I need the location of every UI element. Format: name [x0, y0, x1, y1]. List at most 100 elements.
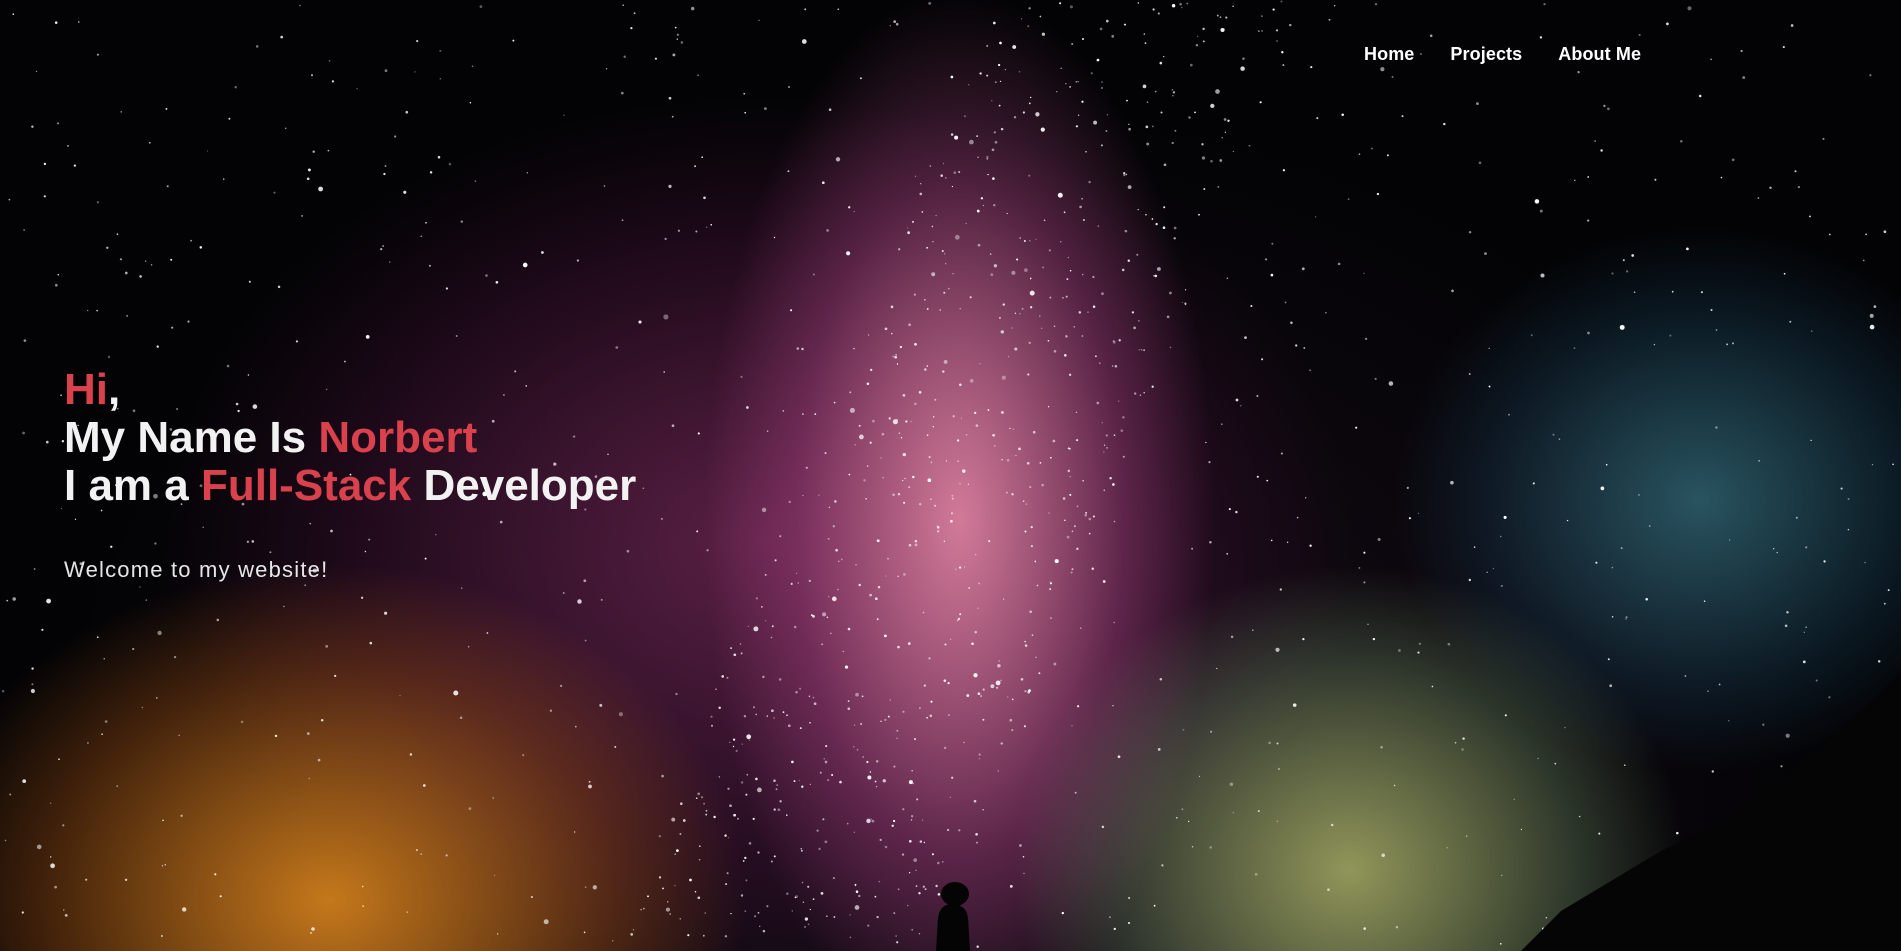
- star: [1006, 458, 1010, 462]
- star: [1039, 15, 1042, 18]
- star: [1053, 662, 1057, 666]
- star: [1134, 392, 1137, 395]
- star: [862, 756, 864, 758]
- star: [934, 398, 937, 401]
- star: [1454, 741, 1457, 744]
- star: [737, 817, 739, 820]
- star: [1172, 91, 1176, 94]
- star: [334, 674, 337, 678]
- star: [31, 667, 34, 670]
- star: [822, 612, 827, 617]
- star: [360, 596, 364, 599]
- star: [144, 260, 147, 262]
- star: [875, 760, 879, 763]
- star: [549, 709, 553, 712]
- star: [1461, 748, 1464, 751]
- star: [832, 525, 835, 528]
- star: [871, 819, 875, 823]
- star: [1137, 2, 1140, 4]
- nav-projects-link[interactable]: Projects: [1450, 44, 1522, 65]
- star: [935, 214, 937, 217]
- star: [1374, 377, 1377, 381]
- star: [754, 915, 757, 918]
- star: [718, 776, 720, 778]
- star: [563, 114, 565, 116]
- star: [145, 599, 148, 601]
- star: [1257, 30, 1260, 32]
- star: [762, 675, 765, 679]
- star: [1367, 623, 1369, 625]
- star: [1023, 725, 1026, 728]
- star: [1096, 401, 1100, 405]
- star: [908, 780, 913, 785]
- nav-home-link[interactable]: Home: [1364, 44, 1414, 65]
- star: [1259, 101, 1262, 104]
- star: [126, 315, 128, 317]
- star: [1022, 111, 1025, 114]
- star: [43, 195, 46, 198]
- star: [77, 21, 80, 23]
- star: [979, 72, 982, 75]
- star: [1380, 67, 1385, 72]
- star: [762, 929, 766, 933]
- star: [1071, 42, 1074, 46]
- nav-about-link[interactable]: About Me: [1558, 44, 1641, 65]
- star: [1376, 192, 1380, 196]
- star: [1077, 114, 1080, 116]
- star: [1152, 125, 1154, 128]
- star: [1401, 115, 1404, 118]
- star: [1254, 872, 1258, 876]
- star: [892, 819, 896, 823]
- star: [1154, 90, 1157, 93]
- star: [1064, 354, 1067, 357]
- star: [796, 347, 800, 350]
- star: [228, 117, 231, 120]
- star: [658, 876, 662, 879]
- star: [924, 888, 927, 891]
- star: [104, 720, 108, 723]
- star: [171, 326, 174, 329]
- star: [952, 273, 954, 275]
- star: [173, 655, 177, 659]
- star: [1633, 291, 1636, 294]
- star: [902, 394, 906, 397]
- star: [248, 280, 251, 283]
- star: [1019, 844, 1022, 847]
- star: [369, 641, 373, 645]
- star: [46, 598, 51, 604]
- star: [926, 308, 929, 310]
- star: [945, 177, 947, 179]
- star: [1883, 602, 1886, 605]
- star: [847, 627, 851, 631]
- star: [697, 74, 699, 76]
- star: [671, 424, 675, 428]
- star: [890, 305, 894, 309]
- star: [1156, 267, 1161, 271]
- star: [150, 264, 153, 266]
- star: [814, 413, 817, 415]
- star: [999, 41, 1002, 45]
- star: [911, 770, 913, 772]
- star: [1488, 385, 1491, 388]
- star: [927, 478, 932, 483]
- star: [1310, 66, 1313, 69]
- star: [896, 941, 899, 944]
- star: [1153, 274, 1155, 277]
- star: [1228, 508, 1231, 511]
- star: [187, 320, 190, 323]
- star: [1577, 70, 1580, 74]
- star: [541, 251, 544, 254]
- star: [1261, 15, 1263, 17]
- star: [812, 273, 815, 276]
- star: [882, 779, 886, 783]
- star: [824, 760, 828, 764]
- star: [1143, 33, 1146, 35]
- star: [800, 849, 803, 852]
- star: [23, 229, 25, 231]
- star: [761, 507, 767, 513]
- star: [786, 714, 788, 716]
- star: [1188, 116, 1191, 119]
- star: [899, 345, 903, 349]
- star: [1079, 205, 1082, 209]
- star: [801, 39, 807, 44]
